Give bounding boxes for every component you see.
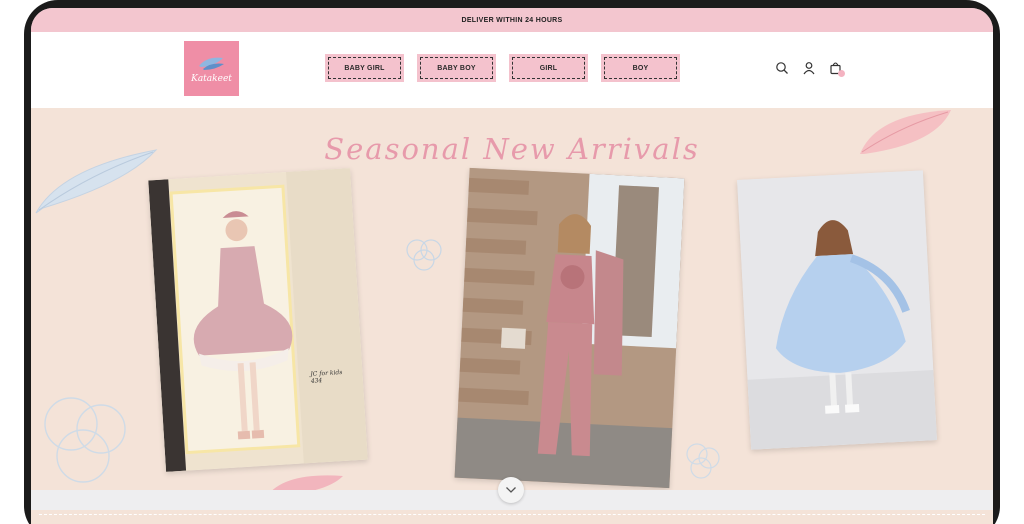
feather-logo-icon [198,57,224,70]
brand-logo[interactable]: Katakeet [184,41,239,96]
cart-count-badge [838,70,845,77]
product-photo-3[interactable] [737,170,937,450]
cotton-flower-icon [406,239,442,271]
main-nav: BABY GIRL BABY BOY GIRL BOY [325,54,680,82]
cotton-flower-icon [44,397,126,483]
site-header: Katakeet BABY GIRL BABY BOY GIRL BOY [31,32,993,108]
hero-banner: Seasonal New Arrivals JC for kids 434 [31,108,993,500]
hero-title: Seasonal New Arrivals [324,132,700,166]
nav-girl[interactable]: GIRL [509,54,588,82]
cotton-flower-icon [686,443,720,479]
nav-baby-girl[interactable]: BABY GIRL [325,54,404,82]
header-icons [775,61,845,77]
photo-illustration [737,170,937,450]
photo-illustration [148,168,368,472]
chevron-down-icon [506,487,516,493]
photo-caption: JC for kids 434 [310,368,343,385]
scroll-down-button[interactable] [498,477,524,503]
product-photo-2[interactable] [454,167,685,489]
dashed-border [39,514,985,515]
cart-icon[interactable] [829,61,845,77]
search-icon[interactable] [775,61,789,75]
product-photo-1[interactable]: JC for kids 434 [148,168,368,472]
announcement-text: DELIVER WITHIN 24 HOURS [461,16,563,24]
account-icon[interactable] [802,61,816,75]
next-section-preview [31,510,993,524]
nav-baby-boy[interactable]: BABY BOY [417,54,496,82]
browser-screen: DELIVER WITHIN 24 HOURS Katakeet BABY GI… [31,8,993,524]
brand-name: Katakeet [191,73,232,84]
nav-boy[interactable]: BOY [601,54,680,82]
photo-illustration [454,167,685,489]
